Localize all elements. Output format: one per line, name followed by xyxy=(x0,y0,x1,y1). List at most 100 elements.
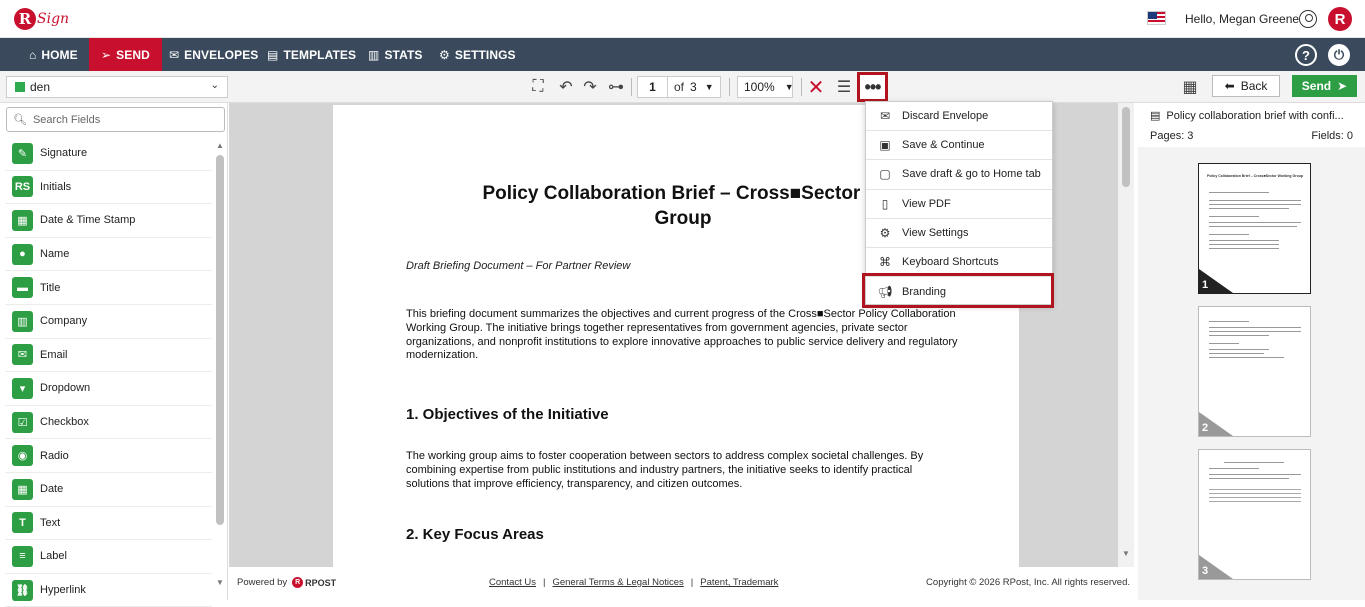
rpost-logo: R RPOST xyxy=(292,577,336,588)
footer-divider: | xyxy=(543,577,546,588)
save-draft-icon: ▢ xyxy=(879,167,891,182)
field-radio[interactable]: ◉ Radio xyxy=(5,439,212,473)
scroll-up-icon[interactable]: ▲ xyxy=(216,141,224,150)
search-fields-input[interactable]: 🔍︎ Search Fields xyxy=(6,107,225,132)
person-icon: ● xyxy=(12,243,33,265)
panel-doc-title-text: Policy collaboration brief with confi... xyxy=(1166,109,1344,122)
page-thumbnail[interactable]: 2 xyxy=(1198,306,1311,437)
nav-templates[interactable]: ▤ TEMPLATES xyxy=(255,38,368,71)
document-intro: This briefing document summarizes the ob… xyxy=(406,308,958,362)
field-company[interactable]: ▥ Company xyxy=(5,305,212,339)
field-label: Title xyxy=(40,281,61,294)
zoom-value: 100% xyxy=(744,80,775,94)
field-title[interactable]: ▬ Title xyxy=(5,271,212,305)
send-icon: ➢ xyxy=(101,47,112,62)
field-email[interactable]: ✉ Email xyxy=(5,339,212,373)
field-checkbox[interactable]: ☑ Checkbox xyxy=(5,406,212,440)
field-signature[interactable]: ✎ Signature xyxy=(5,137,212,171)
powered-by-label: Powered by xyxy=(237,577,288,588)
page-navigator[interactable]: 1 of 3 ▼ xyxy=(637,76,721,98)
powered-by: Powered by R RPOST xyxy=(237,577,336,588)
field-date-time-stamp[interactable]: ▦ Date & Time Stamp xyxy=(5,204,212,238)
field-text[interactable]: T Text xyxy=(5,507,212,541)
sidebar-scrollbar[interactable]: ▲ ▼ xyxy=(215,141,225,587)
gear-icon: ⚙ xyxy=(879,225,891,240)
field-hyperlink[interactable]: ⛓ Hyperlink xyxy=(5,574,212,607)
nav-home[interactable]: ⌂ HOME xyxy=(17,38,90,71)
align-text-icon[interactable]: ☰ xyxy=(834,76,854,98)
scroll-down-icon[interactable]: ▼ xyxy=(216,578,224,587)
page-thumbnail[interactable]: Policy Collaboration Brief – Cross■Secto… xyxy=(1198,163,1311,294)
brand-avatar[interactable]: R xyxy=(1328,7,1352,31)
field-dropdown[interactable]: ▾ Dropdown xyxy=(5,372,212,406)
more-options-button[interactable]: ••• xyxy=(857,72,888,102)
rpost-r-mark: R xyxy=(292,577,304,588)
field-name[interactable]: ● Name xyxy=(5,238,212,272)
thumbnail-line xyxy=(1209,200,1301,201)
thumbnail-line xyxy=(1209,349,1269,350)
menu-save-draft-home[interactable]: ▢ Save draft & go to Home tab xyxy=(866,160,1052,190)
redo-icon[interactable]: ↷ xyxy=(580,76,600,98)
scroll-down-icon[interactable]: ▼ xyxy=(1122,549,1130,558)
fields-list: ✎ Signature RS Initials ▦ Date & Time Stamp… xyxy=(5,137,212,607)
contact-us-link[interactable]: Contact Us xyxy=(489,577,536,588)
mail-icon: ✉ xyxy=(12,344,33,366)
thumbnail-line xyxy=(1209,335,1269,336)
thumbnail-line xyxy=(1209,353,1264,354)
hierarchy-icon[interactable]: ⊶ xyxy=(605,76,627,98)
nav-stats-label: STATS xyxy=(384,47,423,62)
menu-view-settings[interactable]: ⚙ View Settings xyxy=(866,219,1052,248)
pen-icon: ✎ xyxy=(12,142,33,164)
terms-link[interactable]: General Terms & Legal Notices xyxy=(552,577,683,588)
thumbnail-line xyxy=(1209,208,1289,209)
thumbnail-line xyxy=(1209,474,1301,475)
page-total: 3 xyxy=(690,80,697,94)
zoom-select[interactable]: 100% ▼ xyxy=(737,76,794,98)
help-icon[interactable]: ? xyxy=(1295,44,1317,66)
menu-discard-envelope[interactable]: ✉ Discard Envelope xyxy=(866,102,1052,132)
copyright: Copyright © 2026 RPost, Inc. All rights … xyxy=(926,577,1130,588)
us-flag-icon[interactable] xyxy=(1147,11,1166,25)
field-label: Dropdown xyxy=(40,382,91,395)
fit-page-icon[interactable]: ⛶ xyxy=(528,76,548,98)
search-placeholder: Search Fields xyxy=(32,113,101,126)
save-icon: ▣ xyxy=(879,138,891,153)
document-settings-icon[interactable]: ▦ xyxy=(1180,76,1200,98)
nav-send[interactable]: ➢ SEND xyxy=(89,38,162,71)
radio-icon: ◉ xyxy=(12,445,33,467)
field-label: Email xyxy=(40,348,68,361)
document-color-swatch xyxy=(15,82,25,92)
thumbnail-line xyxy=(1209,192,1269,193)
user-profile-icon[interactable] xyxy=(1299,10,1317,28)
footer-links: Contact Us | General Terms & Legal Notice… xyxy=(489,577,778,588)
main-nav: ⌂ HOME ➢ SEND ✉ ENVELOPES ▤ TEMPLATES ▥ … xyxy=(0,38,1365,71)
field-label-item[interactable]: ≡ Label xyxy=(5,540,212,574)
nav-stats[interactable]: ▥ STATS xyxy=(356,38,435,71)
patent-link[interactable]: Patent, Trademark xyxy=(700,577,778,588)
undo-icon[interactable]: ↶ xyxy=(556,76,576,98)
back-button[interactable]: ⬅ Back xyxy=(1212,75,1280,97)
rsign-logo[interactable]: R Sign xyxy=(14,6,69,32)
document-select[interactable]: den ⌄ xyxy=(6,76,228,98)
scrollbar-thumb[interactable] xyxy=(1122,107,1130,187)
field-date[interactable]: ▦ Date xyxy=(5,473,212,507)
send-button[interactable]: Send ➤ xyxy=(1292,75,1357,97)
menu-view-pdf[interactable]: ▯ View PDF xyxy=(866,190,1052,219)
field-label: Date & Time Stamp xyxy=(40,214,136,227)
menu-save-continue[interactable]: ▣ Save & Continue xyxy=(866,131,1052,161)
scrollbar-thumb[interactable] xyxy=(216,155,224,525)
top-header: R Sign Hello, Megan Greene R xyxy=(0,0,1365,38)
field-initials[interactable]: RS Initials xyxy=(5,171,212,205)
nav-settings[interactable]: ⚙ SETTINGS xyxy=(427,38,528,71)
field-label: Label xyxy=(40,550,67,563)
viewer-scrollbar[interactable]: ▼ xyxy=(1118,103,1134,567)
power-icon[interactable]: ⏻ xyxy=(1328,44,1350,66)
text-icon: T xyxy=(12,512,33,534)
document-icon: ▤ xyxy=(1150,110,1161,122)
nav-envelopes[interactable]: ✉ ENVELOPES xyxy=(157,38,270,71)
delete-x-icon[interactable]: ✕ xyxy=(806,76,826,99)
page-thumbnail[interactable]: 3 xyxy=(1198,449,1311,580)
thumbnail-page-number: 2 xyxy=(1202,422,1209,434)
thumbnail-line xyxy=(1209,222,1301,223)
page-current-input[interactable]: 1 xyxy=(638,77,668,97)
